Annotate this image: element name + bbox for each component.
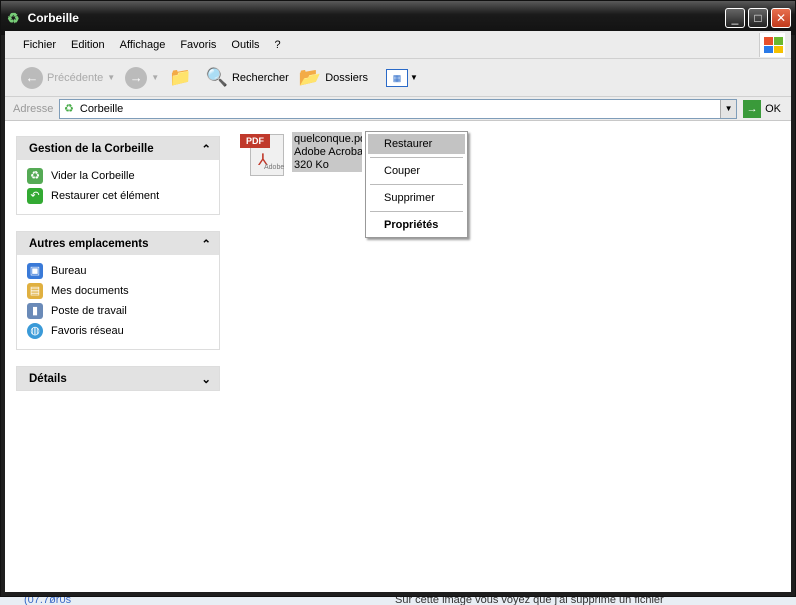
recycle-bin-icon: ♻ — [27, 168, 43, 184]
collapse-icon[interactable]: ⌃ — [201, 142, 211, 156]
restore-icon: ↶ — [27, 188, 43, 204]
address-input[interactable]: ♻ Corbeille ▼ — [59, 98, 738, 119]
background-page-strip: (07.7ør0s Sur cette image vous voyez que… — [0, 597, 796, 605]
chevron-down-icon: ▼ — [107, 73, 116, 82]
collapse-icon[interactable]: ⌃ — [201, 237, 211, 251]
folders-button[interactable]: 📂 Dossiers — [299, 67, 368, 88]
place-desktop[interactable]: ▣ Bureau — [27, 261, 209, 281]
chevron-down-icon: ▼ — [151, 73, 160, 82]
menu-help[interactable]: ? — [275, 39, 281, 51]
menu-edition[interactable]: Edition — [71, 39, 105, 51]
panel-details: Détails ⌄ — [16, 366, 220, 391]
maximize-button[interactable]: □ — [748, 8, 768, 28]
minimize-button[interactable]: _ — [725, 8, 745, 28]
panel-other-places: Autres emplacements ⌃ ▣ Bureau ▤ Mes docume… — [16, 231, 220, 350]
address-bar: Adresse ♻ Corbeille ▼ → OK — [5, 97, 791, 121]
context-restore[interactable]: Restaurer — [368, 134, 465, 154]
task-restore-item[interactable]: ↶ Restaurer cet élément — [27, 186, 209, 206]
place-network[interactable]: ◍ Favoris réseau — [27, 321, 209, 341]
expand-icon[interactable]: ⌄ — [201, 372, 211, 386]
close-button[interactable]: ✕ — [771, 8, 791, 28]
menu-outils[interactable]: Outils — [231, 39, 259, 51]
chevron-down-icon: ▼ — [410, 73, 418, 82]
place-my-computer[interactable]: ▮ Poste de travail — [27, 301, 209, 321]
search-icon: 🔍 — [205, 67, 228, 87]
task-pane: Gestion de la Corbeille ⌃ ♻ Vider la Corbe… — [16, 136, 220, 407]
search-button[interactable]: 🔍 Rechercher — [206, 67, 289, 88]
file-name: quelconque.pdf — [294, 133, 362, 145]
documents-folder-icon: ▤ — [27, 283, 43, 299]
folder-up-icon: 📁 — [169, 67, 192, 87]
recycle-bin-icon: ♻ — [7, 9, 20, 26]
title-bar[interactable]: ♻ Corbeille — [1, 1, 795, 35]
computer-icon: ▮ — [27, 303, 43, 319]
windows-logo-icon — [759, 33, 785, 57]
back-button[interactable]: ← Précédente ▼ — [21, 66, 116, 89]
toolbar: ← Précédente ▼ → ▼ 📁 🔍 Rechercher 📂 Dossiers … — [5, 59, 791, 97]
context-cut[interactable]: Couper — [368, 161, 465, 181]
window-title: Corbeille — [27, 11, 79, 25]
panel-header[interactable]: Gestion de la Corbeille ⌃ — [17, 137, 219, 160]
menu-favoris[interactable]: Favoris — [180, 39, 216, 51]
explorer-window: ♻ Corbeille _ □ ✕ Fichier Edition Affich… — [0, 0, 796, 597]
place-my-documents[interactable]: ▤ Mes documents — [27, 281, 209, 301]
menu-bar: Fichier Edition Affichage Favoris Outils… — [5, 31, 791, 59]
up-folder-button[interactable]: 📁 — [169, 67, 195, 88]
desktop-icon: ▣ — [27, 263, 43, 279]
go-arrow-icon: → — [743, 99, 762, 118]
network-icon: ◍ — [27, 323, 43, 339]
pdf-file-icon: PDF ⅄ Adobe — [240, 132, 286, 178]
panel-recycle-tasks: Gestion de la Corbeille ⌃ ♻ Vider la Corbe… — [16, 136, 220, 215]
folders-icon: 📂 — [298, 67, 322, 87]
file-size: 320 Ko — [294, 159, 329, 171]
file-type: Adobe Acrobat — [294, 146, 362, 158]
file-item[interactable]: PDF ⅄ Adobe quelconque.pdf Adobe Acrobat… — [240, 132, 362, 178]
forward-button[interactable]: → ▼ — [125, 66, 160, 89]
views-icon: ▦ — [386, 68, 409, 87]
recycle-bin-icon: ♻ — [64, 103, 74, 115]
context-delete[interactable]: Supprimer — [368, 188, 465, 208]
background-text: (07.7ør0s — [24, 597, 72, 605]
background-caption: Sur cette image vous voyez que j'ai supp… — [395, 597, 664, 605]
task-empty-bin[interactable]: ♻ Vider la Corbeille — [27, 166, 209, 186]
context-menu: Restaurer Couper Supprimer Propriétés — [365, 131, 468, 238]
menu-fichier[interactable]: Fichier — [23, 39, 56, 51]
views-button[interactable]: ▦ ▼ — [386, 68, 418, 87]
panel-header[interactable]: Détails ⌄ — [17, 367, 219, 390]
go-button[interactable]: → OK — [743, 99, 781, 118]
forward-arrow-icon: → — [125, 66, 148, 89]
address-dropdown-button[interactable]: ▼ — [720, 99, 737, 118]
menu-affichage[interactable]: Affichage — [120, 39, 166, 51]
panel-header[interactable]: Autres emplacements ⌃ — [17, 232, 219, 255]
back-arrow-icon: ← — [21, 66, 43, 89]
context-properties[interactable]: Propriétés — [368, 215, 465, 235]
address-label: Adresse — [13, 102, 54, 115]
